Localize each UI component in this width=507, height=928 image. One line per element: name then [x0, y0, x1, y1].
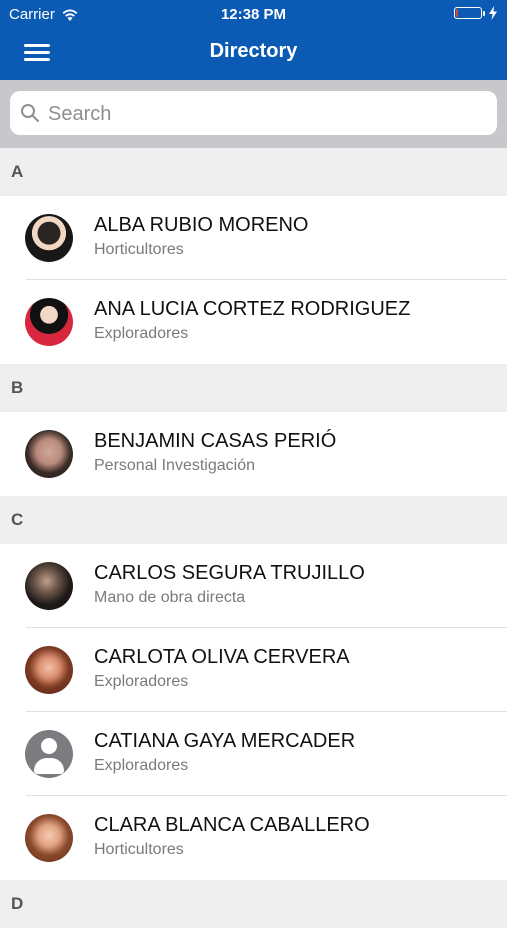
contact-row[interactable]: ANA LUCIA CORTEZ RODRIGUEZ Exploradores [0, 280, 507, 364]
charging-bolt-icon [489, 6, 497, 20]
default-avatar-icon [25, 730, 73, 778]
contact-name: CLARA BLANCA CABALLERO [94, 814, 370, 836]
search-icon [21, 104, 39, 122]
contact-row[interactable]: BENJAMIN CASAS PERIÓ Personal Investigac… [0, 412, 507, 496]
avatar [25, 646, 73, 694]
search-box[interactable] [10, 91, 497, 137]
contact-role: Horticultores [94, 841, 184, 858]
section-header-a: A [0, 148, 507, 196]
battery-fill [456, 9, 458, 17]
contact-role: Mano de obra directa [94, 589, 246, 606]
avatar [25, 814, 73, 862]
page-title: Directory [209, 40, 298, 62]
nav-bar: Directory [0, 28, 507, 80]
section-header-c: C [0, 496, 507, 544]
contact-name: ALBA RUBIO MORENO [94, 214, 309, 236]
status-bar: Carrier 12:38 PM [0, 0, 507, 28]
avatar [25, 562, 73, 610]
battery-icon [454, 7, 485, 19]
avatar [25, 214, 73, 262]
top-bar: Carrier 12:38 PM Directory [0, 0, 507, 80]
section-header-b: B [0, 364, 507, 412]
avatar [25, 430, 73, 478]
status-time: 12:38 PM [220, 6, 287, 23]
contact-name: BENJAMIN CASAS PERIÓ [94, 430, 337, 452]
search-input[interactable] [46, 91, 490, 137]
contact-name: ANA LUCIA CORTEZ RODRIGUEZ [94, 298, 411, 320]
search-bar-container [0, 80, 507, 148]
section-header-d: D [0, 880, 507, 928]
contact-name: CATIANA GAYA MERCADER [94, 730, 356, 752]
contact-role: Personal Investigación [94, 457, 255, 474]
contact-row[interactable]: CLARA BLANCA CABALLERO Horticultores [0, 796, 507, 880]
contact-role: Exploradores [94, 325, 189, 342]
contact-name: CARLOS SEGURA TRUJILLO [94, 562, 365, 584]
contact-row[interactable]: CATIANA GAYA MERCADER Exploradores [0, 712, 507, 796]
contact-role: Exploradores [94, 673, 189, 690]
contact-role: Exploradores [94, 757, 189, 774]
contact-row[interactable]: CARLOTA OLIVA CERVERA Exploradores [0, 628, 507, 712]
directory-list[interactable]: A ALBA RUBIO MORENO Horticultores ANA LU… [0, 148, 507, 928]
contact-name: CARLOTA OLIVA CERVERA [94, 646, 350, 668]
contact-row[interactable]: CARLOS SEGURA TRUJILLO Mano de obra dire… [0, 544, 507, 628]
avatar [25, 298, 73, 346]
contact-row[interactable]: ALBA RUBIO MORENO Horticultores [0, 196, 507, 280]
battery-indicator [454, 6, 498, 20]
contact-role: Horticultores [94, 241, 184, 258]
